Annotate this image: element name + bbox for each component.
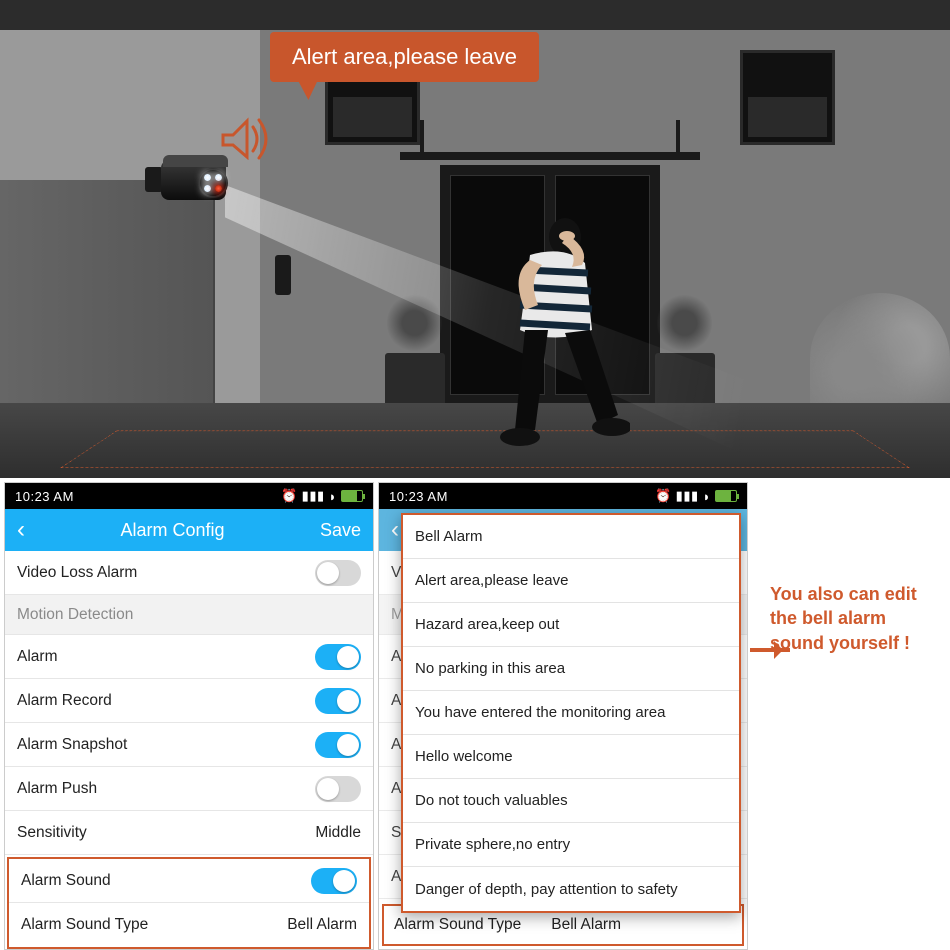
save-button[interactable]: Save <box>320 520 361 541</box>
phone-screenshot-1: 10:23 AM ⏰ ▮▮▮ ◗ ‹ Alarm Config Save Vid… <box>4 482 374 950</box>
row-label: Sensitivity <box>17 824 87 842</box>
signal-icon: ▮▮▮ <box>302 488 325 504</box>
status-icons: ⏰ ▮▮▮ ◗ <box>281 488 363 504</box>
toggle-alarm-snapshot[interactable] <box>315 732 361 758</box>
alarm-sound-type-value: Bell Alarm <box>551 916 621 934</box>
highlight-alarm-sound-group: Alarm Sound Alarm Sound Type Bell Alarm <box>7 857 371 949</box>
dropdown-option[interactable]: You have entered the monitoring area <box>403 691 739 735</box>
alarm-sound-dropdown[interactable]: Bell Alarm Alert area,please leave Hazar… <box>401 513 741 913</box>
status-time: 10:23 AM <box>15 489 74 504</box>
row-label: Alarm Record <box>17 692 112 710</box>
back-button[interactable]: ‹ <box>391 518 399 542</box>
toggle-video-loss[interactable] <box>315 560 361 586</box>
toggle-alarm[interactable] <box>315 644 361 670</box>
status-bar: 10:23 AM ⏰ ▮▮▮ ◗ <box>5 483 373 509</box>
row-alarm-sound-type[interactable]: Alarm Sound Type Bell Alarm <box>9 903 369 947</box>
section-label: Motion Detection <box>17 606 133 624</box>
planter-right <box>655 353 715 408</box>
row-alarm-record[interactable]: Alarm Record <box>5 679 373 723</box>
bottom-panel: 10:23 AM ⏰ ▮▮▮ ◗ ‹ Alarm Config Save Vid… <box>0 482 950 950</box>
speech-bubble: Alert area,please leave <box>270 32 539 82</box>
row-label: Alarm Sound Type <box>21 916 148 934</box>
row-alarm-push[interactable]: Alarm Push <box>5 767 373 811</box>
dropdown-option[interactable]: Alert area,please leave <box>403 559 739 603</box>
planter-left <box>385 353 445 408</box>
status-bar: 10:23 AM ⏰ ▮▮▮ ◗ <box>379 483 747 509</box>
section-motion-detection: Motion Detection <box>5 595 373 635</box>
door-awning <box>400 120 700 160</box>
toggle-alarm-sound[interactable] <box>311 868 357 894</box>
megaphone-icon <box>215 105 275 160</box>
wifi-icon: ◗ <box>703 489 711 504</box>
row-sensitivity[interactable]: Sensitivity Middle <box>5 811 373 855</box>
intruder-figure <box>470 215 630 455</box>
toggle-alarm-record[interactable] <box>315 688 361 714</box>
dropdown-option[interactable]: Hazard area,keep out <box>403 603 739 647</box>
sensitivity-value: Middle <box>315 824 361 842</box>
row-label: Alarm Sound Type <box>394 916 521 934</box>
dropdown-option[interactable]: Danger of depth, pay attention to safety <box>403 867 739 911</box>
row-label: Video Loss Alarm <box>17 564 137 582</box>
status-time: 10:23 AM <box>389 489 448 504</box>
dropdown-option[interactable]: Private sphere,no entry <box>403 823 739 867</box>
toggle-alarm-push[interactable] <box>315 776 361 802</box>
security-camera <box>145 155 235 205</box>
dropdown-option[interactable]: Bell Alarm <box>403 515 739 559</box>
phone-screenshot-2: 10:23 AM ⏰ ▮▮▮ ◗ ‹ Video Motio Alarm Ala… <box>378 482 748 950</box>
row-label: Alarm Push <box>17 780 97 798</box>
wifi-icon: ◗ <box>329 489 337 504</box>
signal-icon: ▮▮▮ <box>676 488 699 504</box>
row-label: Alarm Snapshot <box>17 736 127 754</box>
dropdown-option[interactable]: Hello welcome <box>403 735 739 779</box>
callout-annotation: You also can edit the bell alarm sound y… <box>770 582 945 655</box>
battery-icon <box>715 490 737 502</box>
back-button[interactable]: ‹ <box>17 518 25 542</box>
alarm-icon: ⏰ <box>655 488 672 504</box>
promo-scene: Alert area,please leave <box>0 0 950 478</box>
status-icons: ⏰ ▮▮▮ ◗ <box>655 488 737 504</box>
app-header: ‹ Alarm Config Save <box>5 509 373 551</box>
row-label: Alarm <box>17 648 57 666</box>
dropdown-option[interactable]: No parking in this area <box>403 647 739 691</box>
header-title: Alarm Config <box>25 520 320 541</box>
wall-lamp <box>275 255 291 295</box>
dropdown-option[interactable]: Do not touch valuables <box>403 779 739 823</box>
row-video-loss[interactable]: Video Loss Alarm <box>5 551 373 595</box>
roof <box>0 0 950 30</box>
row-alarm-snapshot[interactable]: Alarm Snapshot <box>5 723 373 767</box>
row-alarm-sound[interactable]: Alarm Sound <box>9 859 369 903</box>
row-alarm[interactable]: Alarm <box>5 635 373 679</box>
window-right <box>740 50 835 145</box>
alarm-icon: ⏰ <box>281 488 298 504</box>
battery-icon <box>341 490 363 502</box>
alarm-sound-type-value: Bell Alarm <box>287 916 357 934</box>
row-label: Alarm Sound <box>21 872 111 890</box>
